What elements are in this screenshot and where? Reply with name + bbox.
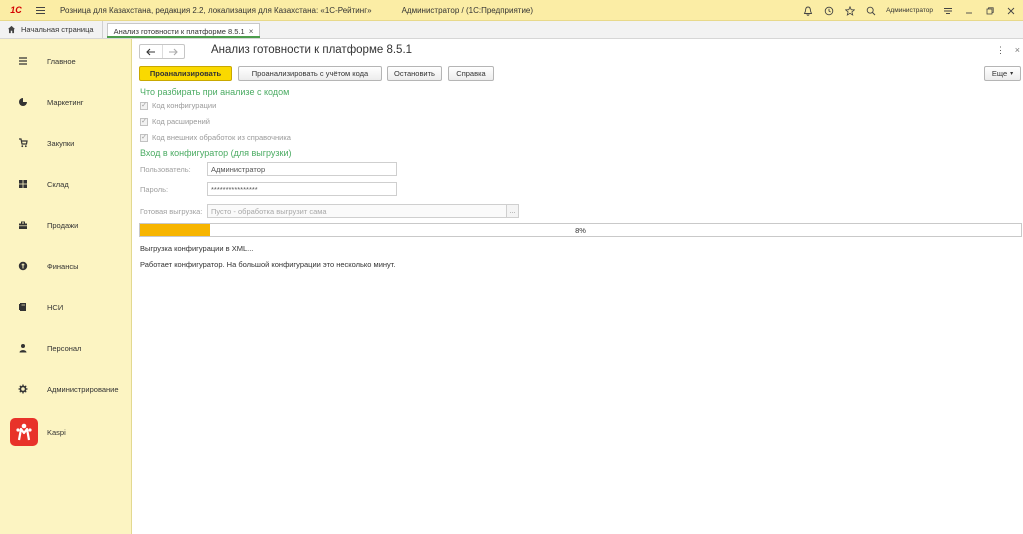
checkbox-icon[interactable]: ✓	[140, 133, 148, 142]
search-icon[interactable]	[865, 5, 877, 17]
restore-icon[interactable]	[984, 5, 996, 17]
more-actions-icon[interactable]: ⋮	[996, 45, 1005, 56]
sidebar-item-label: Главное	[47, 56, 76, 66]
password-field-label: Пароль:	[140, 185, 169, 194]
kaspi-logo	[10, 418, 38, 446]
pie-chart-icon	[18, 97, 28, 107]
forward-arrow-icon[interactable]	[163, 45, 185, 58]
status-detail: Работает конфигуратор. На большой конфиг…	[140, 260, 396, 269]
section-title-login: Вход в конфигуратор (для выгрузки)	[140, 148, 292, 158]
sidebar-item-nsi[interactable]: НСИ	[0, 297, 132, 317]
tab-close-icon[interactable]: ×	[249, 27, 254, 36]
app-title: Розница для Казахстана, редакция 2.2, ло…	[60, 5, 372, 15]
settings-menu-icon[interactable]	[942, 5, 954, 17]
stop-button[interactable]: Остановить	[387, 66, 442, 81]
chevron-down-icon: ▾	[1010, 71, 1014, 77]
sidebar-item-administration[interactable]: Администрирование	[0, 379, 132, 399]
reference-icon	[18, 302, 28, 312]
sales-icon	[18, 220, 28, 230]
export-field-label: Готовая выгрузка:	[140, 207, 203, 216]
sidebar-item-label: Продажи	[47, 220, 79, 230]
app-logo[interactable]: 1С	[4, 0, 28, 21]
finance-icon	[18, 261, 28, 271]
sidebar-item-finance[interactable]: Финансы	[0, 256, 132, 276]
checkbox-icon[interactable]: ✓	[140, 117, 148, 126]
sidebar-item-warehouse[interactable]: Склад	[0, 174, 132, 194]
star-icon[interactable]	[844, 5, 856, 17]
sidebar-item-kaspi[interactable]: Kaspi	[0, 418, 132, 446]
warehouse-icon	[18, 179, 28, 189]
close-form-icon[interactable]: ×	[1015, 45, 1020, 55]
minimize-icon[interactable]	[963, 5, 975, 17]
checkbox-icon[interactable]: ✓	[140, 101, 148, 110]
tab-readiness-analysis[interactable]: Анализ готовности к платформе 8.5.1 ×	[106, 23, 261, 38]
bell-icon[interactable]	[802, 5, 814, 17]
sidebar-item-personnel[interactable]: Персонал	[0, 338, 132, 358]
sidebar-item-label: Склад	[47, 179, 69, 189]
select-file-button[interactable]: ...	[506, 204, 519, 218]
sidebar-item-sales[interactable]: Продажи	[0, 215, 132, 235]
page-title: Анализ готовности к платформе 8.5.1	[211, 44, 413, 56]
user-context: Администратор / (1С:Предприятие)	[401, 5, 534, 15]
more-button-label: Еще	[991, 69, 1008, 78]
checkbox-external-processors[interactable]: ✓ Код внешних обработок из справочника	[140, 132, 291, 143]
progress-text: 8%	[575, 225, 586, 235]
checkbox-config-code[interactable]: ✓ Код конфигурации	[140, 100, 216, 111]
sidebar-item-label: НСИ	[47, 302, 64, 312]
sections-panel: Главное Маркетинг Закупки Склад Продажи …	[0, 39, 132, 534]
tab-home[interactable]: Начальная страница	[0, 21, 103, 38]
more-button[interactable]: Еще ▾	[984, 66, 1021, 81]
current-user[interactable]: Администратор	[886, 7, 933, 14]
progress-bar: 8%	[139, 223, 1022, 237]
sidebar-item-label: Закупки	[47, 138, 75, 148]
nav-arrows	[139, 44, 185, 59]
sidebar-item-label: Персонал	[47, 343, 82, 353]
title-bar: 1С Розница для Казахстана, редакция 2.2,…	[0, 0, 1023, 21]
home-icon	[7, 25, 16, 34]
history-icon[interactable]	[823, 5, 835, 17]
sidebar-item-main[interactable]: Главное	[0, 51, 132, 71]
sidebar-item-marketing[interactable]: Маркетинг	[0, 92, 132, 112]
purchases-icon	[18, 138, 28, 148]
tabs-bar: Начальная страница Анализ готовности к п…	[0, 21, 1023, 39]
close-window-icon[interactable]	[1005, 5, 1017, 17]
checkbox-label: Код расширений	[152, 117, 210, 126]
section-title-code: Что разбирать при анализе с кодом	[140, 87, 290, 97]
hamburger-icon	[18, 56, 28, 66]
sidebar-item-label: Kaspi	[47, 427, 66, 437]
export-path-field[interactable]: Пусто - обработка выгрузит сама	[207, 204, 507, 218]
sidebar-item-label: Маркетинг	[47, 97, 84, 107]
sidebar-item-purchases[interactable]: Закупки	[0, 133, 132, 153]
sidebar-item-label: Финансы	[47, 261, 79, 271]
person-icon	[18, 343, 28, 353]
tab-active-label: Анализ готовности к платформе 8.5.1	[113, 26, 245, 36]
gear-icon	[18, 384, 28, 394]
analyze-button[interactable]: Проанализировать	[139, 66, 232, 81]
status-message: Выгрузка конфигурации в XML...	[140, 244, 254, 253]
main-menu-icon[interactable]	[32, 0, 48, 21]
analyze-with-code-button[interactable]: Проанализировать с учётом кода	[238, 66, 382, 81]
checkbox-label: Код внешних обработок из справочника	[152, 133, 291, 142]
user-field[interactable]: Администратор	[207, 162, 397, 176]
sidebar-item-label: Администрирование	[47, 384, 119, 394]
tab-home-label: Начальная страница	[21, 25, 94, 34]
checkbox-extensions-code[interactable]: ✓ Код расширений	[140, 116, 210, 127]
back-arrow-icon[interactable]	[140, 45, 163, 58]
user-field-label: Пользователь:	[140, 165, 191, 174]
checkbox-label: Код конфигурации	[152, 101, 217, 110]
help-button[interactable]: Справка	[448, 66, 494, 81]
form-area: Анализ готовности к платформе 8.5.1 ⋮ × …	[133, 39, 1023, 534]
password-field[interactable]: ****************	[207, 182, 397, 196]
